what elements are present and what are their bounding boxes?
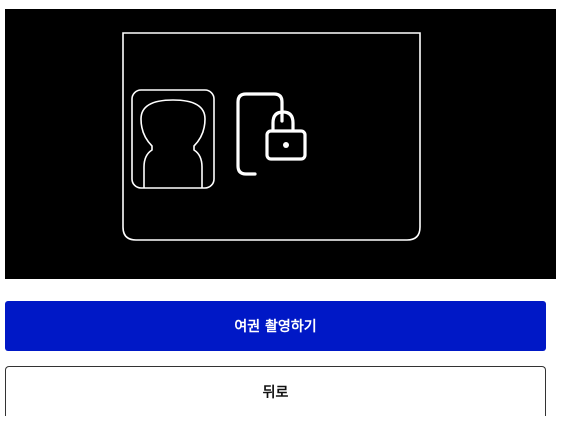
passport-capture-screen: 여권 촬영하기 뒤로 <box>0 0 564 429</box>
capture-passport-button[interactable]: 여권 촬영하기 <box>5 301 546 351</box>
phone-lock-icon <box>236 92 307 176</box>
passport-guide-illustration <box>122 32 421 241</box>
camera-preview <box>5 9 556 279</box>
back-button[interactable]: 뒤로 <box>5 366 546 416</box>
face-silhouette-icon <box>131 89 215 189</box>
